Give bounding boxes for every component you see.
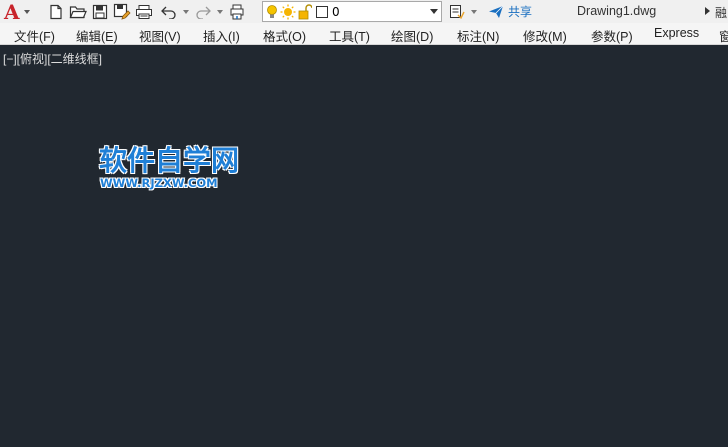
watermark-url: WWW.RJZXW.COM — [100, 176, 218, 190]
search-expand-icon[interactable] — [705, 7, 710, 15]
chevron-down-icon — [23, 9, 30, 14]
watermark-title: 软件自学网 — [99, 144, 240, 177]
undo-icon[interactable] — [159, 2, 179, 22]
new-icon[interactable] — [46, 2, 66, 22]
menu-draw[interactable]: 绘图(D) — [391, 26, 433, 45]
menu-express[interactable]: Express — [654, 26, 699, 40]
menu-edit[interactable]: 编辑(E) — [76, 26, 118, 45]
menu-dimension[interactable]: 标注(N) — [457, 26, 499, 45]
autocad-logo-icon: A — [4, 0, 20, 24]
share-label: 共享 — [508, 5, 533, 19]
drawing-canvas[interactable]: [−][俯视][二维线框] 软件自学网 WWW.RJZXW.COM — [0, 46, 728, 447]
viewport-controls-label[interactable]: [−][俯视][二维线框] — [3, 50, 102, 67]
chevron-down-icon — [430, 9, 438, 14]
customize-dropdown-icon[interactable] — [471, 9, 477, 14]
document-title: Drawing1.dwg — [577, 4, 657, 18]
layer-dropdown[interactable]: 0 — [262, 1, 442, 22]
publish-icon[interactable] — [227, 2, 247, 22]
search-edge-text: 融 — [715, 6, 728, 20]
plot-icon[interactable] — [134, 2, 154, 22]
sun-icon — [280, 4, 296, 19]
menu-modify[interactable]: 修改(M) — [523, 26, 567, 45]
menu-window[interactable]: 窗 — [719, 26, 728, 45]
menu-insert[interactable]: 插入(I) — [203, 26, 240, 45]
match-layer-icon[interactable] — [447, 2, 467, 22]
menu-bar: 文件(F) 编辑(E) 视图(V) 插入(I) 格式(O) 工具(T) 绘图(D… — [0, 23, 728, 45]
menu-parametric[interactable]: 参数(P) — [591, 26, 633, 45]
menu-tools[interactable]: 工具(T) — [329, 26, 370, 45]
redo-dropdown-icon[interactable] — [217, 9, 223, 14]
layer-dropdown-arrow[interactable] — [427, 2, 441, 21]
color-swatch-icon — [316, 5, 328, 18]
share-button[interactable]: 共享 — [488, 3, 532, 20]
application-menu-button[interactable]: A — [0, 0, 38, 23]
menu-format[interactable]: 格式(O) — [263, 26, 306, 45]
title-bar-right: 共享 — [446, 1, 532, 22]
undo-dropdown-icon[interactable] — [183, 9, 189, 14]
layer-state-icons — [263, 3, 328, 20]
lock-icon — [298, 3, 312, 19]
open-icon[interactable] — [68, 2, 88, 22]
share-icon — [489, 5, 504, 18]
watermark: 软件自学网 WWW.RJZXW.COM — [99, 144, 240, 190]
menu-view[interactable]: 视图(V) — [139, 26, 181, 45]
current-layer-name: 0 — [332, 4, 340, 19]
save-icon[interactable] — [90, 2, 110, 22]
lightbulb-icon — [267, 4, 277, 18]
save-as-icon[interactable] — [112, 2, 132, 22]
redo-icon[interactable] — [193, 2, 213, 22]
menu-file[interactable]: 文件(F) — [14, 26, 55, 45]
